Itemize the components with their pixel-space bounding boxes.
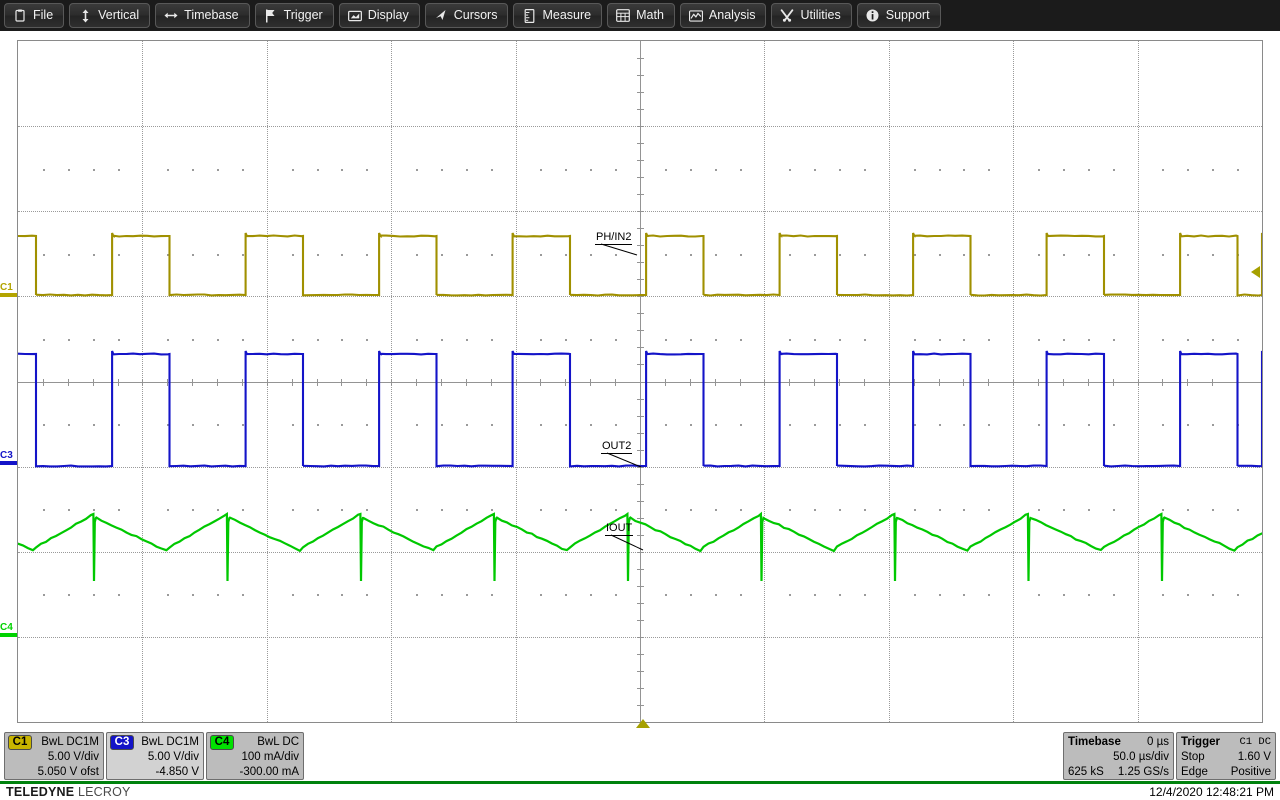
- channel-offset-c3: -4.850 V: [156, 765, 199, 780]
- toolbar-button-vertical[interactable]: Vertical: [69, 3, 150, 28]
- waveform-grid[interactable]: PH/IN2 OUT2 IOUT: [17, 40, 1263, 723]
- toolbar-button-measure[interactable]: Measure: [513, 3, 602, 28]
- tools-icon: [780, 9, 794, 23]
- timebase-sample-rate: 1.25 GS/s: [1118, 765, 1169, 780]
- channel-coupling-c1: BwL DC1M: [41, 735, 99, 750]
- toolbar-button-label: Math: [636, 9, 664, 22]
- toolbar-button-timebase[interactable]: Timebase: [155, 3, 249, 28]
- waveform-icon: [689, 9, 703, 23]
- channel-scale-c4: 100 mA/div: [241, 750, 299, 765]
- toolbar-button-cursors[interactable]: Cursors: [425, 3, 509, 28]
- toolbar-button-label: Display: [368, 9, 409, 22]
- channel-scale-c1: 5.00 V/div: [48, 750, 99, 765]
- toolbar-button-label: Utilities: [800, 9, 840, 22]
- channel-coupling-c3: BwL DC1M: [141, 735, 199, 750]
- ruler-icon: [522, 9, 536, 23]
- toolbar-button-label: Timebase: [184, 9, 238, 22]
- channel-descriptor-c3[interactable]: C3 BwL DC1M 5.00 V/div -4.850 V: [106, 732, 204, 780]
- trigger-level-marker[interactable]: [1251, 266, 1260, 278]
- channel-tag-c3[interactable]: C3: [110, 735, 134, 750]
- timebase-scale: 50.0 µs/div: [1113, 750, 1169, 765]
- trigger-type: Edge: [1181, 765, 1208, 780]
- toolbar-button-trigger[interactable]: Trigger: [255, 3, 334, 28]
- timebase-descriptor[interactable]: Timebase 0 µs 50.0 µs/div 625 kS 1.25 GS…: [1063, 732, 1174, 780]
- brand-teledyne: TELEDYNE: [6, 785, 74, 799]
- channel-offset-marker-label: C3: [0, 451, 13, 460]
- toolbar-button-label: Cursors: [454, 9, 498, 22]
- toolbar-button-label: Support: [886, 9, 930, 22]
- toolbar-button-file[interactable]: File: [4, 3, 64, 28]
- waveform-annotation-label: PH/IN2: [595, 231, 632, 245]
- trigger-level: 1.60 V: [1238, 750, 1271, 765]
- main-toolbar: File Vertical Timebase Trigger Display Cursor…: [0, 0, 1280, 31]
- toolbar-button-label: Analysis: [709, 9, 756, 22]
- trigger-label: Trigger: [1181, 735, 1220, 750]
- channel-descriptor-c1[interactable]: C1 BwL DC1M 5.00 V/div 5.050 V ofst: [4, 732, 104, 780]
- channel-offset-c4: -300.00 mA: [240, 765, 299, 780]
- channel-offset-marker-c1[interactable]: C1: [0, 283, 17, 297]
- grid-calc-icon: [616, 9, 630, 23]
- info-icon: [866, 9, 880, 23]
- leftright-arrow-icon: [164, 9, 178, 23]
- teledyne-lecroy-logo: TELEDYNE LECROY: [6, 784, 131, 800]
- toolbar-button-label: Trigger: [284, 9, 323, 22]
- toolbar-button-support[interactable]: Support: [857, 3, 941, 28]
- channel-offset-marker-c4[interactable]: C4: [0, 623, 17, 637]
- trigger-descriptor[interactable]: Trigger C1 DC Stop 1.60 V Edge Positive: [1176, 732, 1276, 780]
- trigger-state: Stop: [1181, 750, 1205, 765]
- waveform-annotation-label: IOUT: [605, 522, 633, 536]
- channel-offset-marker-c3[interactable]: C3: [0, 451, 17, 465]
- channel-scale-c3: 5.00 V/div: [148, 750, 199, 765]
- monitor-icon: [348, 9, 362, 23]
- flag-icon: [264, 9, 278, 23]
- trigger-source: C1 DC: [1239, 735, 1271, 750]
- channel-offset-marker-label: C4: [0, 623, 13, 632]
- channel-tag-c1[interactable]: C1: [8, 735, 32, 750]
- channel-offset-marker-label: C1: [0, 283, 13, 292]
- channel-descriptor-c4[interactable]: C4 BwL DC 100 mA/div -300.00 mA: [206, 732, 304, 780]
- timebase-delay: 0 µs: [1147, 735, 1169, 750]
- toolbar-button-label: Vertical: [98, 9, 139, 22]
- channel-coupling-c4: BwL DC: [257, 735, 299, 750]
- clipboard-icon: [13, 9, 27, 23]
- descriptor-bar: C1 BwL DC1M 5.00 V/div 5.050 V ofst C3 B…: [0, 730, 1280, 782]
- channel-offset-c1: 5.050 V ofst: [38, 765, 99, 780]
- footer-bar: TELEDYNE LECROY 12/4/2020 12:48:21 PM: [0, 784, 1280, 800]
- toolbar-button-label: File: [33, 9, 53, 22]
- cursor-arrow-icon: [434, 9, 448, 23]
- toolbar-button-analysis[interactable]: Analysis: [680, 3, 767, 28]
- acquisition-timestamp: 12/4/2020 12:48:21 PM: [1149, 784, 1274, 800]
- toolbar-button-label: Measure: [542, 9, 591, 22]
- annotation-leader-lines: [18, 41, 1262, 722]
- timebase-label: Timebase: [1068, 735, 1121, 750]
- toolbar-button-utilities[interactable]: Utilities: [771, 3, 851, 28]
- waveform-annotation-label: OUT2: [601, 440, 632, 454]
- channel-offset-marker-bar: [0, 293, 17, 297]
- toolbar-button-math[interactable]: Math: [607, 3, 675, 28]
- channel-offset-marker-bar: [0, 461, 17, 465]
- toolbar-button-display[interactable]: Display: [339, 3, 420, 28]
- channel-tag-c4[interactable]: C4: [210, 735, 234, 750]
- trigger-slope: Positive: [1231, 765, 1271, 780]
- brand-lecroy: LECROY: [78, 785, 131, 799]
- trigger-position-marker[interactable]: [636, 719, 650, 728]
- timebase-memory: 625 kS: [1068, 765, 1104, 780]
- updown-arrow-icon: [78, 9, 92, 23]
- channel-offset-marker-bar: [0, 633, 17, 637]
